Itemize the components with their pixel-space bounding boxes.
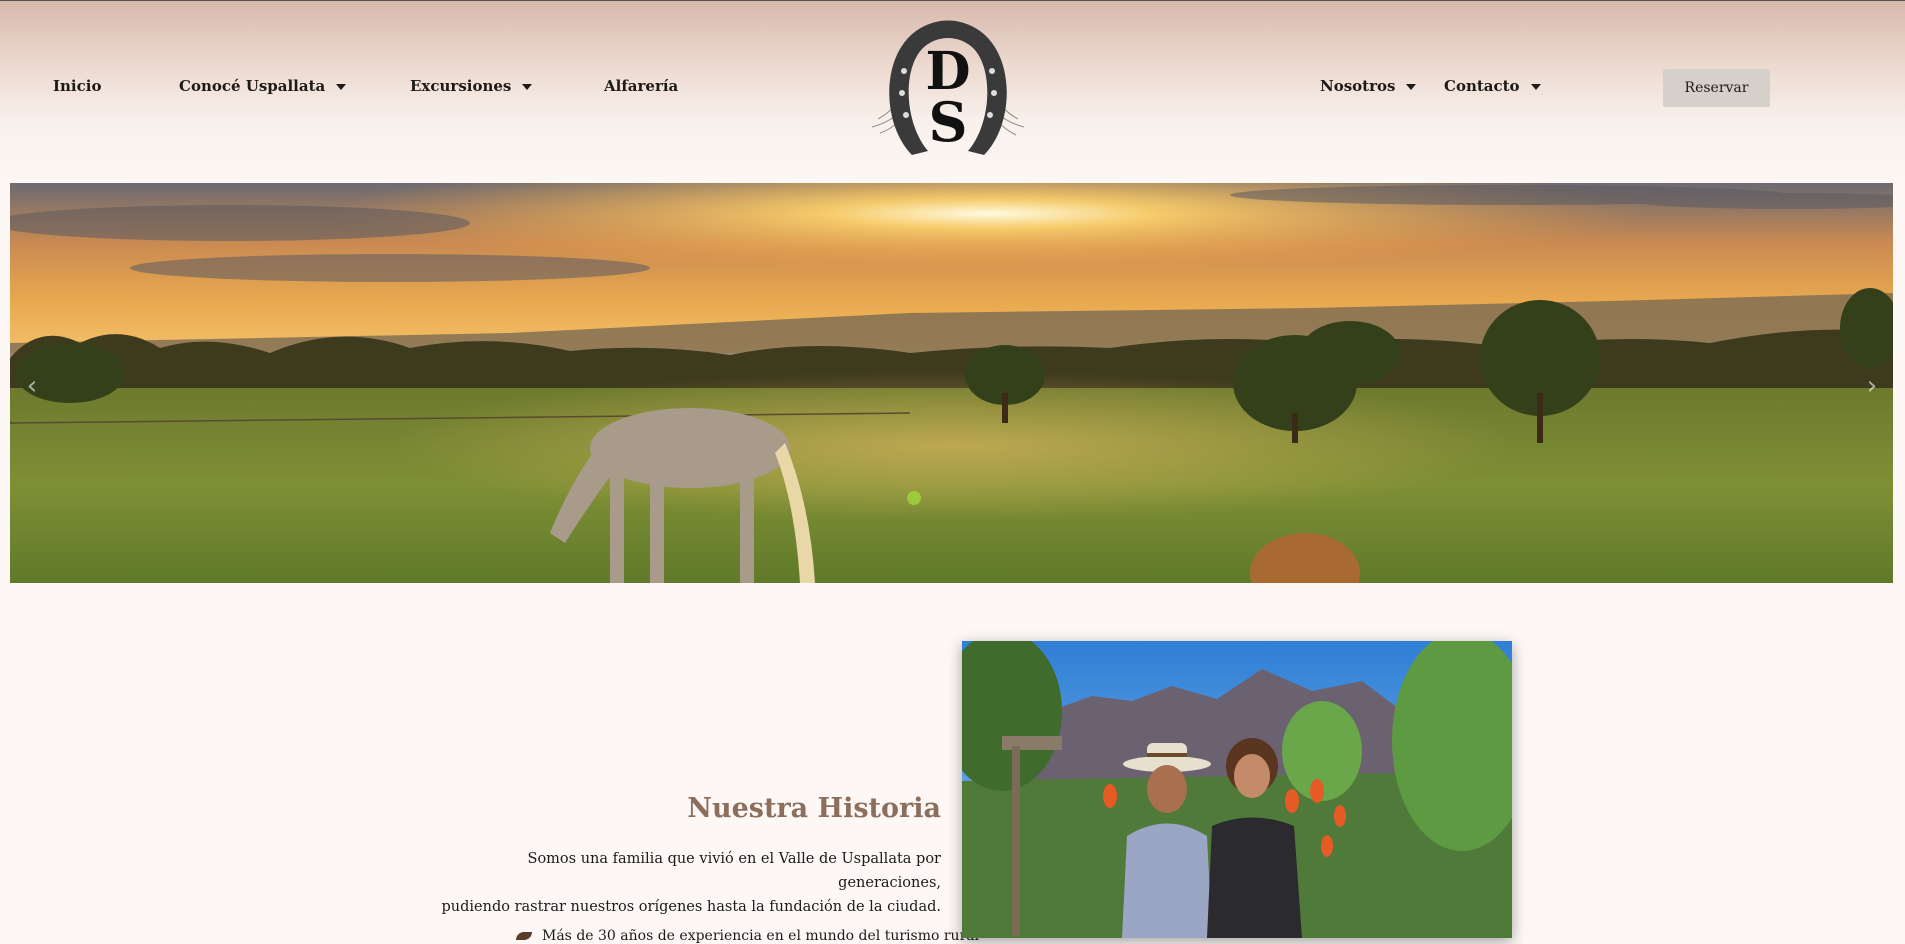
story-paragraph-line1: Somos una familia que vivió en el Valle … (527, 851, 941, 891)
nav-contacto-label: Contacto (1444, 77, 1520, 95)
story-paragraph-line2: pudiendo rastrar nuestros orígenes hasta… (441, 899, 942, 915)
leaf-icon (516, 932, 532, 940)
family-photo (962, 641, 1512, 938)
story-paragraph: Somos una familia que vivió en el Valle … (421, 847, 942, 919)
family-photo-image (962, 641, 1512, 938)
story-teaser: Más de 30 años de experiencia en el mund… (516, 928, 979, 944)
nav-inicio-label: Inicio (53, 77, 102, 95)
nav-conoce-uspallata-label: Conocé Uspallata (179, 77, 326, 95)
svg-text:S: S (929, 90, 968, 154)
nav-conoce-uspallata[interactable]: Conocé Uspallata (179, 75, 347, 97)
nav-nosotros-label: Nosotros (1320, 77, 1396, 95)
hero-image (10, 183, 1893, 583)
caret-down-icon (522, 84, 533, 90)
nav-nosotros[interactable]: Nosotros (1320, 75, 1417, 97)
nav-contacto[interactable]: Contacto (1444, 75, 1541, 97)
chevron-left-icon: ‹ (26, 371, 38, 401)
story-teaser-text: Más de 30 años de experiencia en el mund… (542, 928, 980, 944)
caret-down-icon (336, 84, 347, 90)
nav-excursiones[interactable]: Excursiones (410, 75, 533, 97)
story-title: Nuestra Historia (687, 793, 941, 824)
hero-slider[interactable]: ‹ › (10, 183, 1893, 583)
nav-alfareria[interactable]: Alfarería (604, 75, 678, 97)
nav-alfareria-label: Alfarería (604, 77, 679, 95)
reserve-button[interactable]: Reservar (1663, 69, 1770, 107)
caret-down-icon (1406, 84, 1417, 90)
nav-excursiones-label: Excursiones (410, 77, 512, 95)
nav-inicio[interactable]: Inicio (53, 75, 101, 97)
caret-down-icon (1530, 84, 1541, 90)
site-logo[interactable]: D S (868, 15, 1028, 161)
horseshoe-logo-icon: D S (871, 20, 1025, 155)
slider-next-button[interactable]: › (1860, 371, 1884, 401)
site-header: Inicio Conocé Uspallata Excursiones Alfa… (0, 0, 1905, 184)
chevron-right-icon: › (1866, 371, 1878, 401)
slider-prev-button[interactable]: ‹ (20, 371, 44, 401)
